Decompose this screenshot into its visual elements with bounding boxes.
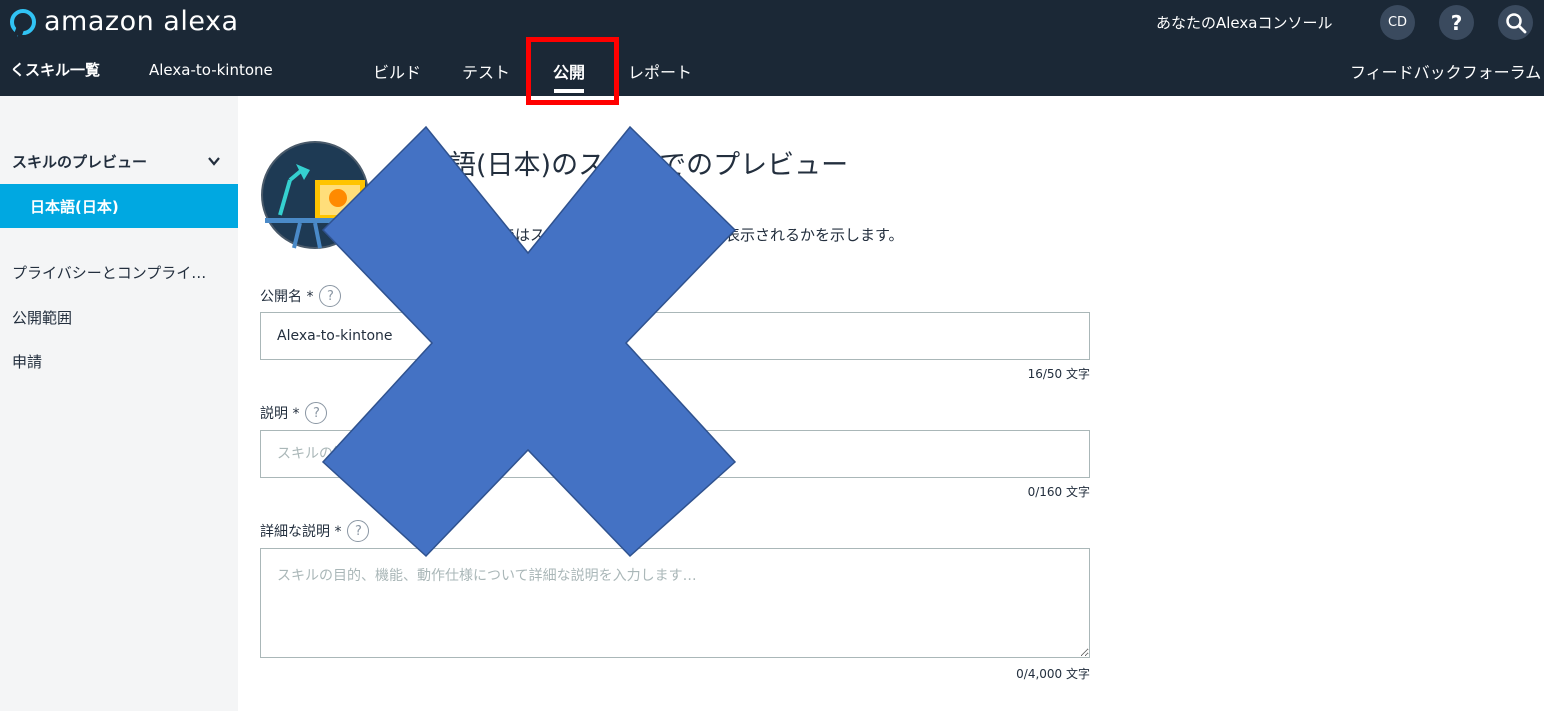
highlight-box [526,37,619,105]
chevron-down-icon[interactable] [207,154,221,168]
page-description: このセクションではスキルがストアでどのように表示されるかを示します。 [395,226,904,244]
help-icon[interactable]: ? [319,285,342,307]
detailed-description-label-text: 詳細な説明 * [260,524,342,540]
page-title: 日本語(日本)のストアでのプレビュー [395,150,849,181]
summary-counter: 0/160 文字 [1027,485,1090,499]
search-button[interactable] [1498,5,1533,40]
sidebar-item-submission[interactable]: 申請 [12,351,42,372]
logo-text: amazon alexa [44,6,239,37]
public-name-input[interactable] [260,312,1090,360]
tab-test[interactable]: テスト [462,59,510,83]
console-link[interactable]: あなたのAlexaコンソール [1156,12,1332,33]
public-name-label-text: 公開名 * [260,289,314,305]
summary-label-text: 説明 * [260,406,300,422]
feedback-forum-link[interactable]: フィードバックフォーラム [1350,59,1541,83]
detailed-description-textarea[interactable] [260,548,1090,658]
search-icon [1505,12,1526,33]
summary-label: 説明 * ? [260,402,328,424]
top-bar: amazon alexa あなたのAlexaコンソール CD ? くスキル一覧 … [0,0,1544,105]
avatar-button[interactable]: CD [1380,5,1415,40]
tab-build[interactable]: ビルド [373,59,421,83]
alexa-logo[interactable]: amazon alexa [10,6,239,37]
sidebar: スキルのプレビュー 日本語(日本) プライバシーとコンプライ… 公開範囲 申請 [0,96,238,711]
public-name-counter: 16/50 文字 [1027,367,1090,381]
tab-report[interactable]: レポート [628,59,692,83]
detailed-description-counter: 0/4,000 文字 [1016,667,1090,681]
help-icon[interactable]: ? [305,402,328,424]
back-to-skills-link[interactable]: くスキル一覧 [10,59,100,80]
sidebar-item-availability[interactable]: 公開範囲 [12,307,72,328]
skill-illustration-icon [261,141,369,249]
sidebar-item-privacy[interactable]: プライバシーとコンプライ… [12,262,206,283]
alexa-ring-icon [10,8,36,35]
sidebar-item-japanese[interactable]: 日本語(日本) [0,184,238,228]
detailed-description-label: 詳細な説明 * ? [260,520,370,542]
help-button[interactable]: ? [1439,5,1474,40]
summary-input[interactable] [260,430,1090,478]
sidebar-section-preview[interactable]: スキルのプレビュー [12,151,147,172]
help-icon[interactable]: ? [347,520,370,542]
skill-name: Alexa-to-kintone [149,61,273,79]
public-name-label: 公開名 * ? [260,285,342,307]
